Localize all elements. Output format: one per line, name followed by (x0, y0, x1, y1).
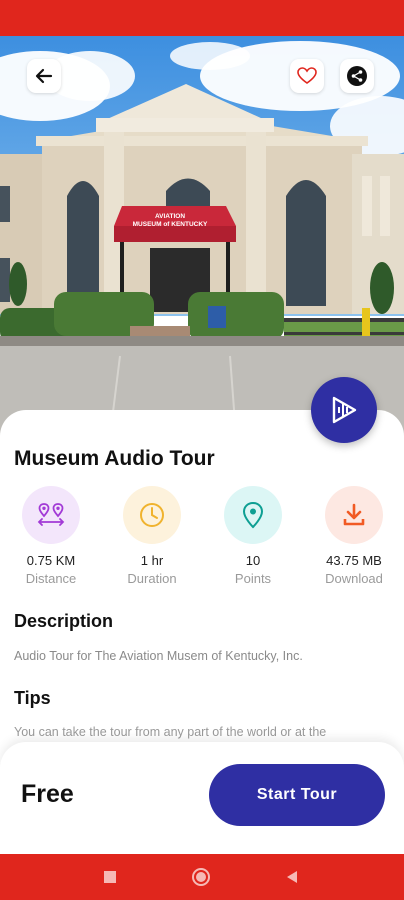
museum-photo: AVIATION MUSEUM of KENTUCKY (0, 36, 404, 436)
nav-back-button[interactable] (282, 867, 302, 887)
share-icon (347, 66, 367, 86)
tips-text: You can take the tour from any part of t… (14, 725, 327, 739)
stat-duration-value: 1 hr (140, 553, 164, 568)
triangle-back-icon (287, 871, 297, 883)
stat-duration-label: Duration (127, 571, 177, 586)
stat-distance-label: Distance (25, 571, 77, 586)
recents-button[interactable] (100, 867, 120, 887)
download-badge (325, 486, 383, 544)
tour-title: Museum Audio Tour (14, 447, 215, 470)
play-audio-button[interactable] (311, 377, 377, 443)
stat-points-label: Points (234, 571, 272, 586)
stat-download: 43.75 MB Download (314, 486, 394, 586)
arrow-left-icon (35, 68, 53, 84)
description-text: Audio Tour for The Aviation Musem of Ken… (14, 649, 303, 663)
description-heading: Description (14, 611, 114, 631)
tips-heading: Tips (14, 688, 51, 708)
route-icon (37, 503, 65, 526)
start-tour-button[interactable]: Start Tour (209, 764, 385, 826)
status-bar (0, 0, 404, 36)
tour-stats: 0.75 KM Distance 1 hr Duration 10 Points (0, 486, 404, 590)
stat-points: 10 Points (213, 486, 293, 586)
price-label: Free (21, 780, 74, 808)
stat-distance-value: 0.75 KM (26, 553, 76, 568)
download-icon (343, 503, 365, 526)
stat-points-value: 10 (245, 553, 261, 568)
sign-line2: MUSEUM of KENTUCKY (133, 221, 208, 228)
sign-line1: AVIATION (155, 213, 185, 220)
share-button[interactable] (340, 59, 374, 93)
stat-download-value: 43.75 MB (326, 553, 382, 568)
favorite-button[interactable] (290, 59, 324, 93)
system-nav-bar (0, 854, 404, 900)
distance-badge (22, 486, 80, 544)
hero-image: AVIATION MUSEUM of KENTUCKY (0, 36, 404, 436)
points-badge (224, 486, 282, 544)
back-button[interactable] (27, 59, 61, 93)
square-icon (104, 871, 116, 883)
clock-icon (140, 503, 164, 527)
play-audio-icon (332, 396, 357, 424)
home-button[interactable] (191, 867, 211, 887)
circle-icon (192, 868, 210, 886)
stat-duration: 1 hr Duration (112, 486, 192, 586)
location-pin-icon (242, 501, 264, 529)
stat-distance: 0.75 KM Distance (11, 486, 91, 586)
duration-badge (123, 486, 181, 544)
heart-outline-icon (297, 67, 317, 84)
stat-download-label: Download (325, 571, 383, 586)
